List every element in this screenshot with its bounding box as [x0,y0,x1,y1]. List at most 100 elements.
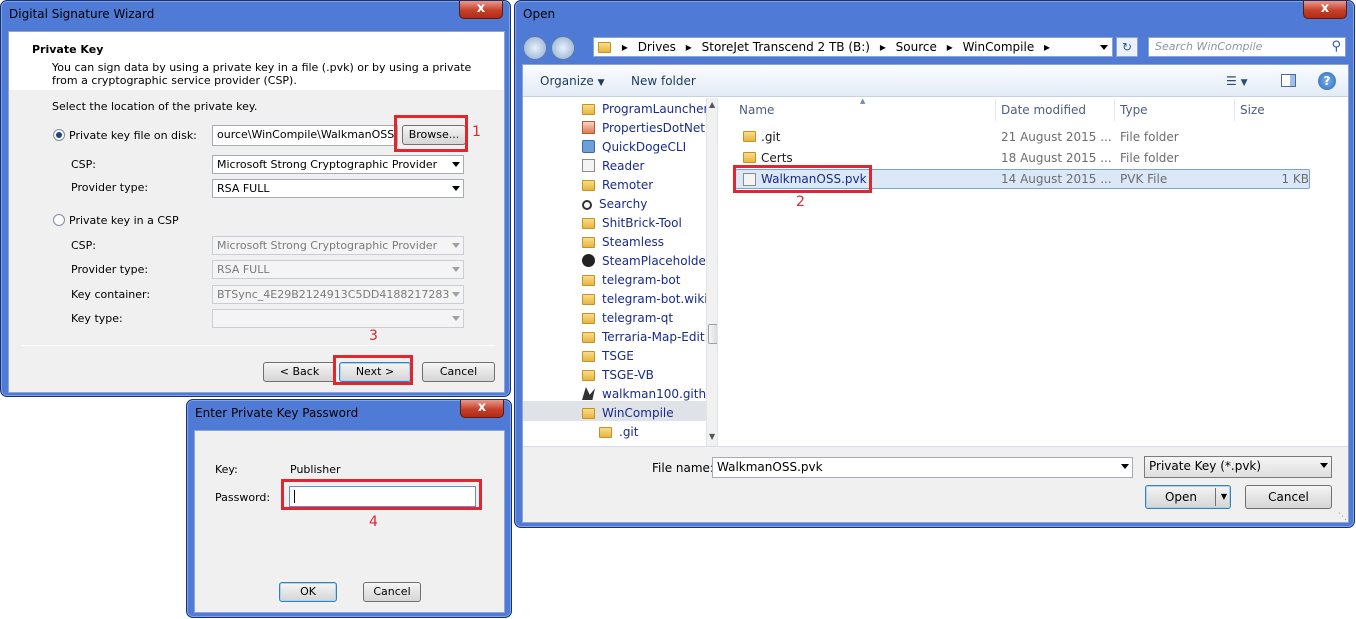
col-divider [1114,99,1115,121]
password-cancel-button[interactable]: Cancel [363,582,421,602]
provider-type2-label: Provider type: [71,263,149,276]
cancel-button[interactable]: Cancel [422,362,495,382]
provider-type-select[interactable]: RSA FULL [212,179,464,198]
chevron-down-icon [452,162,460,167]
chevron-down-icon [452,292,460,297]
nav-item[interactable]: Steamless [582,233,664,252]
nav-item[interactable]: Reader [582,157,644,176]
breadcrumb-source[interactable]: Source [896,40,937,54]
nav-item-label: Remoter [602,178,654,192]
folder-icon [582,275,595,286]
open-button-label: Open [1164,490,1198,504]
breadcrumb-drive[interactable]: StoreJet Transcend 2 TB (B:) [702,40,870,54]
address-bar[interactable]: ▸ Drives ▸ StoreJet Transcend 2 TB (B:) … [593,37,1113,57]
nav-item[interactable]: telegram-qt [582,309,673,328]
nav-item[interactable]: telegram-bot [582,271,680,290]
nav-item[interactable]: .git [599,423,638,442]
column-date[interactable]: Date modified [1001,103,1086,117]
nav-item[interactable]: WinCompile [582,404,674,423]
nav-item-label: Searchy [599,197,648,211]
open-split-divider [1215,488,1216,506]
back-button[interactable]: < Back [263,362,336,382]
nav-item[interactable]: Searchy [582,195,647,214]
open-close-button[interactable]: x [1303,1,1347,19]
nav-scroll-thumb[interactable] [708,324,717,344]
steam-icon [582,254,595,267]
col-divider [1234,99,1235,121]
preview-pane-icon[interactable] [1281,74,1296,87]
nav-item-label: Steamless [602,235,664,249]
file-type-select[interactable]: Private Key (*.pvk) [1144,456,1332,478]
file-name-input[interactable]: WalkmanOSS.pvk [712,457,1133,478]
key-value: Publisher [290,463,341,476]
folder-icon [582,237,595,248]
nav-item[interactable]: PropertiesDotNet [582,119,705,138]
forward-nav-button[interactable] [551,36,575,60]
scroll-down-icon[interactable]: ▼ [709,432,715,441]
folder-icon [582,218,595,229]
csp2-value: Microsoft Strong Cryptographic Provider [217,239,438,252]
open-cancel-button[interactable]: Cancel [1245,485,1332,509]
file-type-value: Private Key (*.pvk) [1149,459,1262,473]
chevron-down-icon[interactable] [1100,45,1108,50]
password-close-button[interactable]: x [460,400,504,418]
nav-item[interactable]: ShitBrick-Tool [582,214,682,233]
help-icon[interactable]: ? [1318,72,1336,90]
radio-file-on-disk[interactable] [53,129,65,141]
nav-item[interactable]: TSGE [582,347,634,366]
folder-icon [582,180,595,191]
search-placeholder: Search WinCompile [1155,40,1263,53]
nav-item[interactable]: telegram-bot.wiki [582,290,708,309]
resize-grip-icon[interactable]: ⋱ [1338,512,1347,522]
search-input[interactable]: Search WinCompile ⚲ [1148,37,1346,57]
nav-item[interactable]: TSGE-VB [582,366,654,385]
scroll-up-icon[interactable]: ▲ [709,100,715,109]
file-path-input[interactable]: ource\WinCompile\WalkmanOSS.pvk [212,125,398,146]
sort-arrow-icon: ▲ [860,97,866,105]
view-options-icon[interactable]: ☰ ▼ [1226,74,1256,88]
breadcrumb-wincompile[interactable]: WinCompile [963,40,1035,54]
nav-item[interactable]: SteamPlaceholder [582,252,711,271]
csp-select[interactable]: Microsoft Strong Cryptographic Provider [212,155,464,174]
nav-scrollbar[interactable]: ▲ ▼ [706,98,717,446]
radio-key-in-csp[interactable] [53,214,65,226]
nav-item[interactable]: walkman100.githu [582,385,714,404]
nav-item[interactable]: QuickDogeCLI [582,138,686,157]
csp-label: CSP: [71,158,97,171]
folder-icon [743,131,756,142]
breadcrumb-sep-icon: ▸ [621,40,628,54]
annotation-label-1: 1 [472,124,481,140]
file-date: 21 August 2015 ... [1001,130,1112,144]
chevron-down-icon[interactable]: ▼ [1221,486,1227,508]
wizard-title: Digital Signature Wizard [9,7,155,21]
file-size: 1 KB [1281,172,1309,186]
chevron-down-icon [452,267,460,272]
organize-label: Organize [540,74,594,88]
back-nav-button[interactable] [523,36,547,60]
wizard-body: Private Key You can sign data by using a… [8,31,505,393]
breadcrumb-drives[interactable]: Drives [638,40,676,54]
column-name[interactable]: Name [739,103,774,117]
chevron-down-icon [452,316,460,321]
nav-item[interactable]: Terraria-Map-Edit [582,328,705,347]
folder-icon [598,42,611,53]
wizard-close-button[interactable]: x [459,1,503,19]
annotation-box-next [333,355,413,385]
file-row[interactable]: .git 21 August 2015 ... File folder [739,128,1309,146]
refresh-button[interactable]: ↻ [1116,37,1138,57]
column-size[interactable]: Size [1240,103,1265,117]
annotation-label-3: 3 [369,328,378,344]
annotation-box-browse [394,115,468,152]
nav-item[interactable]: Remoter [582,176,653,195]
key-container-value: BTSync_4E29B2124913C5DD41882172830D968 [217,288,449,301]
nav-item-label: walkman100.githu [602,387,714,401]
nav-item-label: Reader [602,159,645,173]
column-type[interactable]: Type [1120,103,1148,117]
breadcrumb-sep-icon: ▸ [1044,40,1051,54]
open-button[interactable]: Open ▼ [1145,485,1231,509]
new-folder-button[interactable]: New folder [631,74,696,88]
col-divider [995,99,996,121]
ok-button[interactable]: OK [279,582,337,602]
organize-button[interactable]: Organize ▼ [540,74,605,88]
nav-item[interactable]: ProgramLauncher [582,100,708,119]
